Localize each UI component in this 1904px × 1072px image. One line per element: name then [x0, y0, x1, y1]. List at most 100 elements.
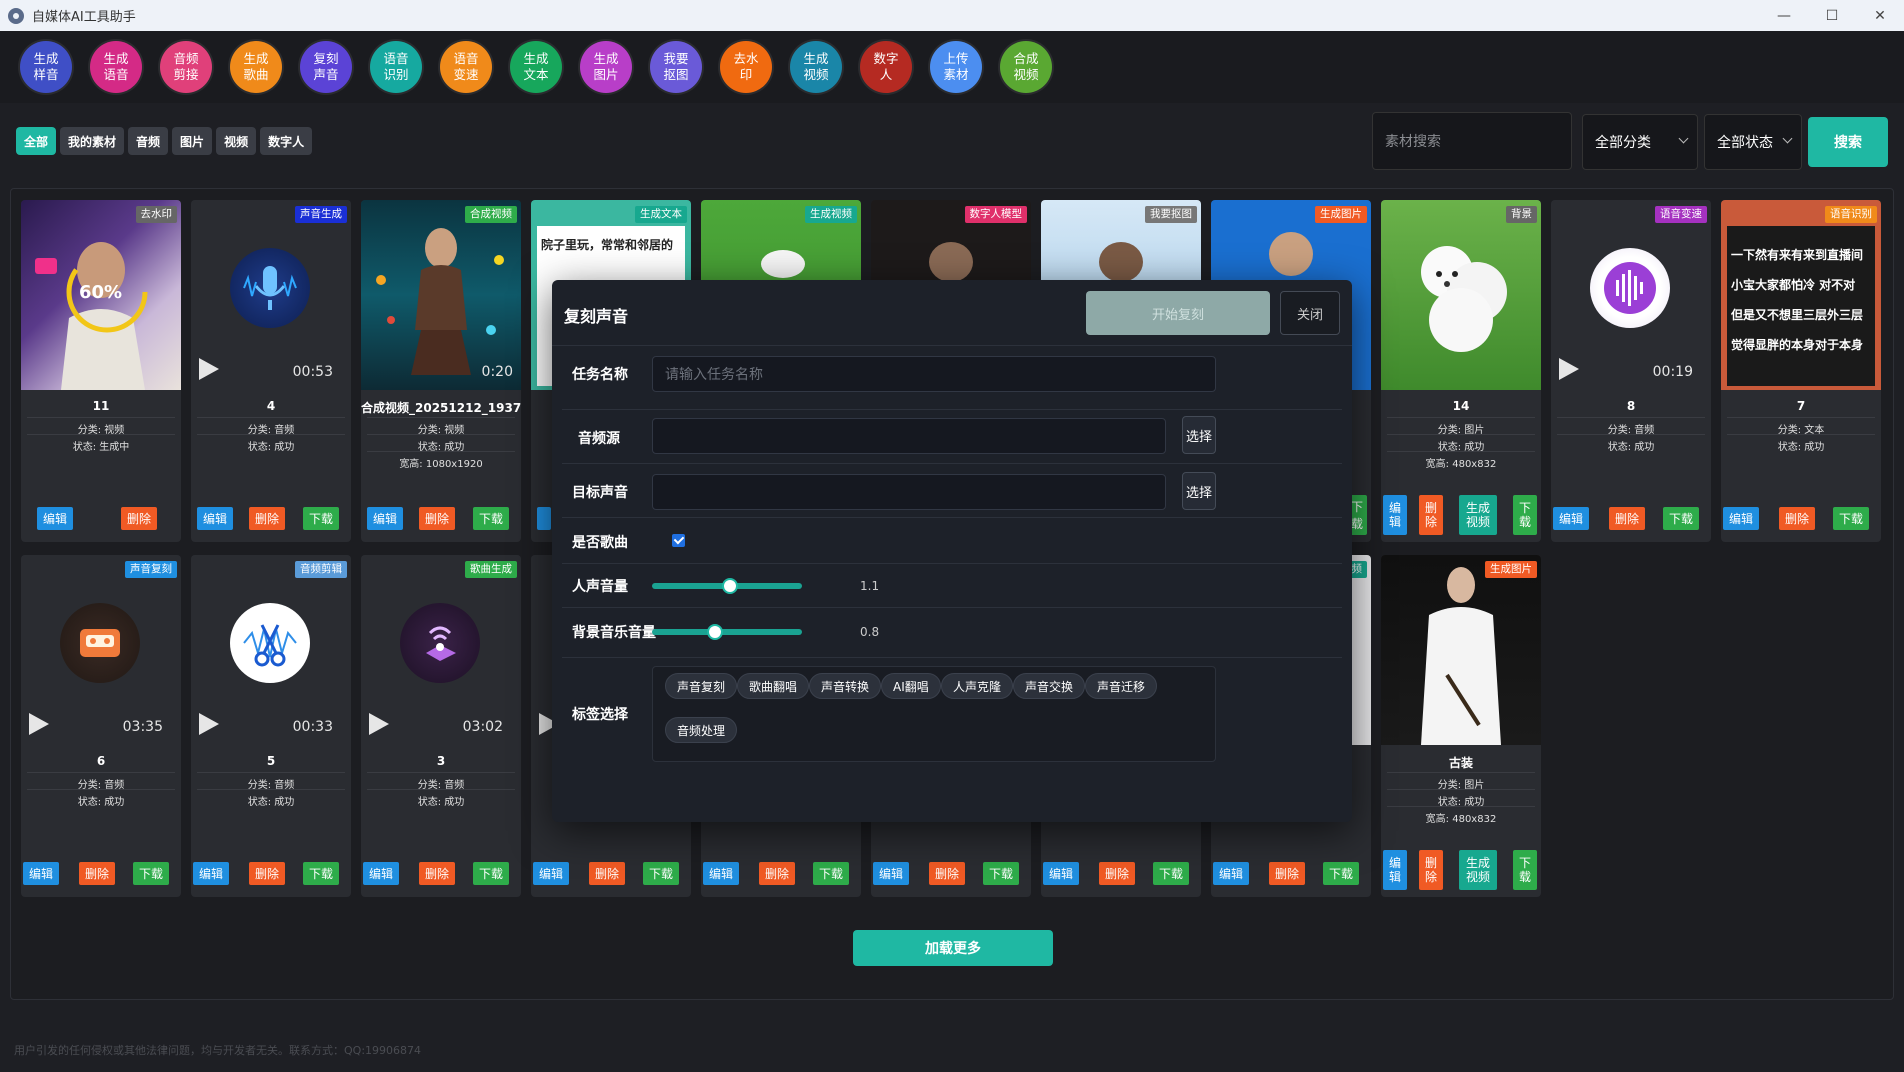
delete-button[interactable]: 删除 — [929, 862, 965, 885]
download-button[interactable]: 下载 — [643, 862, 679, 885]
choose-target-button[interactable]: 选择 — [1182, 472, 1216, 510]
tool-button[interactable]: 复刻 声音 — [300, 41, 352, 93]
task-name-input[interactable]: 请输入任务名称 — [652, 356, 1216, 392]
tag-chip[interactable]: 人声克隆 — [941, 673, 1014, 699]
material-card[interactable]: 生成图片 古装 分类: 图片 状态: 成功 宽高: 480x832 编 辑 删 … — [1381, 555, 1541, 897]
edit-button[interactable]: 编 辑 — [1383, 850, 1407, 890]
delete-button[interactable]: 删除 — [419, 507, 455, 530]
material-card[interactable]: 背景 14 分类: 图片 状态: 成功 宽高: 480x832 编 辑 删 除 … — [1381, 200, 1541, 542]
download-button[interactable]: 下载 — [133, 862, 169, 885]
tag-chip[interactable]: 声音迁移 — [1085, 673, 1158, 699]
search-input[interactable]: 素材搜索 — [1372, 112, 1572, 170]
tag-chip[interactable]: 声音转换 — [809, 673, 882, 699]
vocal-volume-slider[interactable] — [652, 578, 802, 594]
play-icon[interactable] — [369, 713, 389, 735]
maximize-button[interactable]: ☐ — [1808, 0, 1856, 31]
target-voice-input[interactable] — [652, 474, 1166, 510]
tool-button[interactable]: 生成 图片 — [580, 41, 632, 93]
tool-button[interactable]: 语音 识别 — [370, 41, 422, 93]
download-button[interactable]: 下载 — [1153, 862, 1189, 885]
play-icon[interactable] — [29, 713, 49, 735]
tool-button[interactable]: 上传 素材 — [930, 41, 982, 93]
status-select[interactable]: 全部状态 — [1704, 114, 1802, 170]
tool-button[interactable]: 生成 语音 — [90, 41, 142, 93]
delete-button[interactable]: 删除 — [589, 862, 625, 885]
tag-chip[interactable]: 声音复刻 — [665, 673, 738, 699]
tag-chip[interactable]: 歌曲翻唱 — [737, 673, 810, 699]
material-card[interactable]: 03:35 声音复刻 6 分类: 音频 状态: 成功 编辑 删除 下载 — [21, 555, 181, 897]
download-button[interactable]: 下 载 — [1513, 495, 1537, 535]
material-card[interactable]: 03:02 歌曲生成 3 分类: 音频 状态: 成功 编辑 删除 下载 — [361, 555, 521, 897]
download-button[interactable]: 下载 — [1663, 507, 1699, 530]
edit-button[interactable]: 编辑 — [197, 507, 233, 530]
tool-button[interactable]: 生成 歌曲 — [230, 41, 282, 93]
delete-button[interactable]: 删除 — [121, 507, 157, 530]
filter-chip[interactable]: 音频 — [128, 127, 169, 155]
play-icon[interactable] — [199, 713, 219, 735]
filter-chip[interactable]: 数字人 — [260, 127, 313, 155]
tool-button[interactable]: 语音 变速 — [440, 41, 492, 93]
delete-button[interactable]: 删 除 — [1419, 495, 1443, 535]
delete-button[interactable]: 删除 — [249, 507, 285, 530]
tag-chip[interactable]: 声音交换 — [1013, 673, 1086, 699]
slider-handle[interactable] — [722, 578, 738, 594]
play-icon[interactable] — [1559, 358, 1579, 380]
edit-button[interactable]: 编辑 — [1043, 862, 1079, 885]
edit-button[interactable]: 编辑 — [367, 507, 403, 530]
filter-chip[interactable]: 我的素材 — [60, 127, 125, 155]
download-button[interactable]: 下载 — [303, 862, 339, 885]
delete-button[interactable]: 删除 — [79, 862, 115, 885]
delete-button[interactable]: 删除 — [1269, 862, 1305, 885]
close-window-button[interactable]: ✕ — [1856, 0, 1904, 31]
delete-button[interactable]: 删除 — [1609, 507, 1645, 530]
tool-button[interactable]: 去水印 — [720, 41, 772, 93]
tool-button[interactable]: 生成 文本 — [510, 41, 562, 93]
material-card[interactable]: 00:19 语音变速 8 分类: 音频 状态: 成功 编辑 删除 下载 — [1551, 200, 1711, 542]
filter-chip[interactable]: 图片 — [172, 127, 213, 155]
material-card[interactable]: 一下然有来有来到直播间 小宝大家都怕冷 对不对 但是又不想里三层外三层 觉得显胖… — [1721, 200, 1881, 542]
slider-handle[interactable] — [707, 624, 723, 640]
download-button[interactable]: 下载 — [983, 862, 1019, 885]
delete-button[interactable]: 删除 — [1779, 507, 1815, 530]
filter-chip[interactable]: 全部 — [16, 127, 57, 155]
download-button[interactable]: 下载 — [303, 507, 339, 530]
choose-audio-button[interactable]: 选择 — [1182, 416, 1216, 454]
edit-button[interactable]: 编辑 — [193, 862, 229, 885]
delete-button[interactable]: 删除 — [419, 862, 455, 885]
download-button[interactable]: 下载 — [473, 507, 509, 530]
download-button[interactable]: 下载 — [1833, 507, 1869, 530]
edit-button[interactable]: 编辑 — [1213, 862, 1249, 885]
material-card[interactable]: 00:33 音频剪辑 5 分类: 音频 状态: 成功 编辑 删除 下载 — [191, 555, 351, 897]
start-clone-button[interactable]: 开始复刻 — [1086, 291, 1270, 335]
download-button[interactable]: 下载 — [1323, 862, 1359, 885]
delete-button[interactable]: 删 除 — [1419, 850, 1443, 890]
filter-chip[interactable]: 视频 — [216, 127, 257, 155]
edit-button[interactable]: 编辑 — [703, 862, 739, 885]
category-select[interactable]: 全部分类 — [1582, 114, 1698, 170]
bgm-volume-slider[interactable] — [652, 624, 802, 640]
generate-video-button[interactable]: 生成 视频 — [1459, 495, 1497, 535]
download-button[interactable]: 下载 — [813, 862, 849, 885]
edit-button[interactable]: 编 辑 — [1383, 495, 1407, 535]
tool-button[interactable]: 音频 剪接 — [160, 41, 212, 93]
download-button[interactable]: 下载 — [473, 862, 509, 885]
edit-button[interactable]: 编辑 — [23, 862, 59, 885]
download-button[interactable]: 下 载 — [1513, 850, 1537, 890]
tool-button[interactable]: 合成 视频 — [1000, 41, 1052, 93]
tool-button[interactable]: 我要 抠图 — [650, 41, 702, 93]
edit-button[interactable]: 编辑 — [1723, 507, 1759, 530]
tag-chip[interactable]: 音频处理 — [665, 717, 738, 743]
generate-video-button[interactable]: 生成 视频 — [1459, 850, 1497, 890]
edit-button[interactable]: 编辑 — [873, 862, 909, 885]
edit-button[interactable] — [537, 507, 551, 530]
edit-button[interactable]: 编辑 — [37, 507, 73, 530]
play-icon[interactable] — [199, 358, 219, 380]
tool-button[interactable]: 生成 视频 — [790, 41, 842, 93]
material-card[interactable]: 0:20 合成视频 合成视频_20251212_1937 分类: 视频 状态: … — [361, 200, 521, 542]
edit-button[interactable]: 编辑 — [363, 862, 399, 885]
material-card[interactable]: 00:53 声音生成 4 分类: 音频 状态: 成功 编辑 删除 下载 — [191, 200, 351, 542]
edit-button[interactable]: 编辑 — [533, 862, 569, 885]
delete-button[interactable]: 删除 — [249, 862, 285, 885]
tag-chip[interactable]: AI翻唱 — [881, 673, 941, 699]
delete-button[interactable]: 删除 — [759, 862, 795, 885]
